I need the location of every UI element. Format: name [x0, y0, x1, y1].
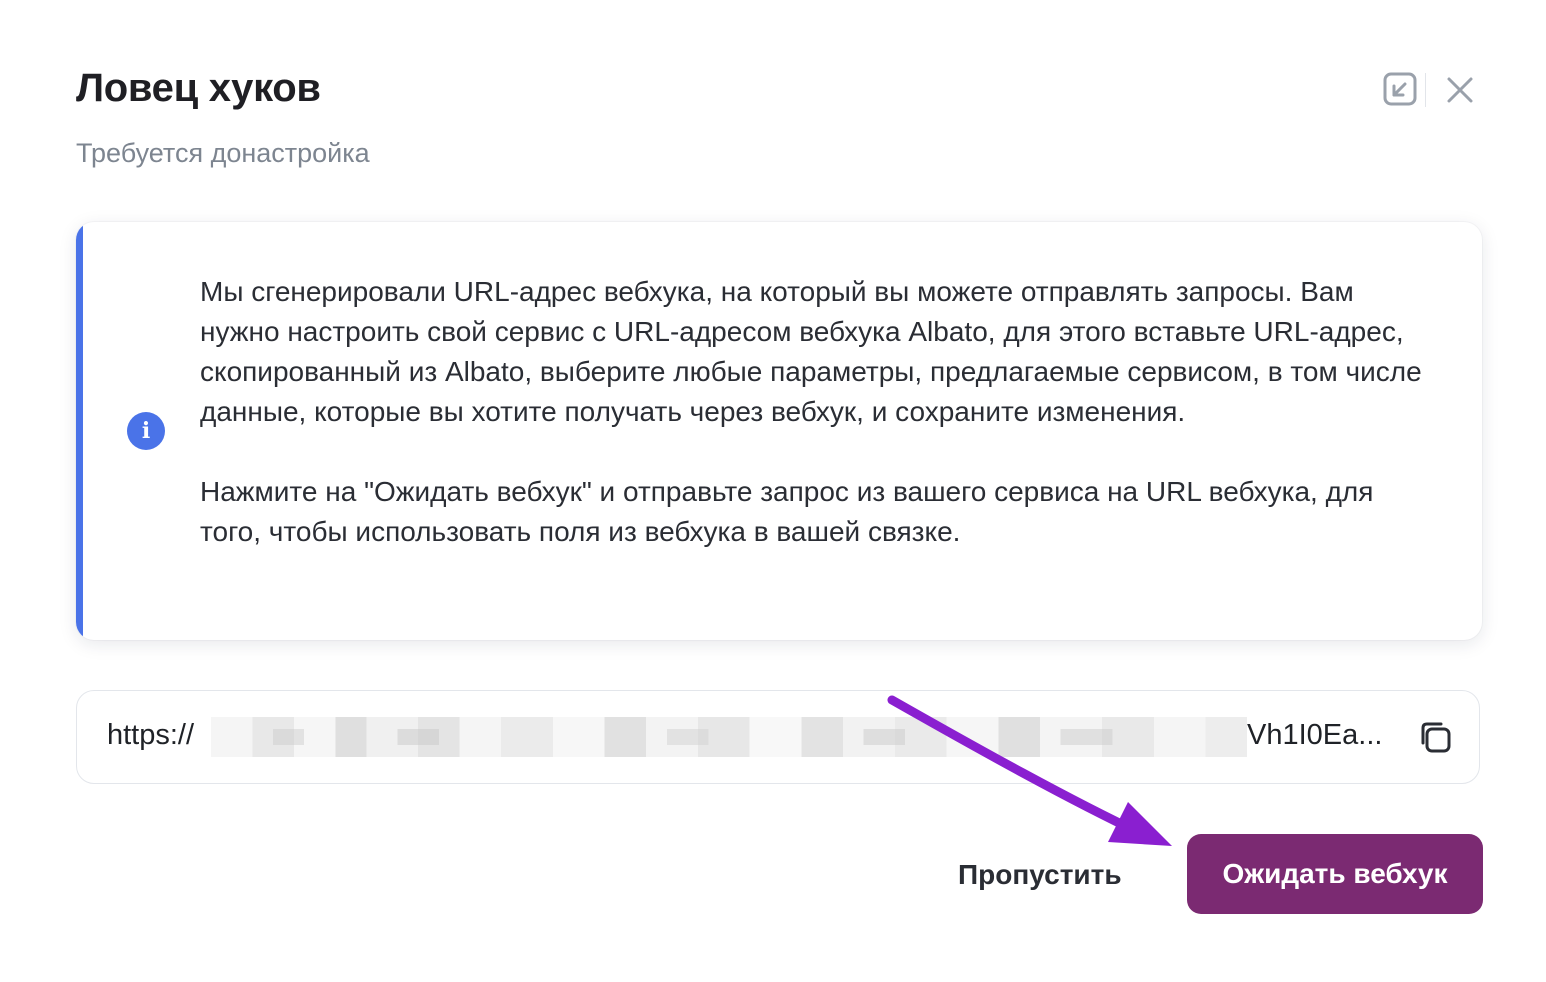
info-icon: i [127, 412, 165, 450]
collapse-icon [1383, 72, 1417, 106]
webhook-catcher-dialog: Ловец хуков Требуется донастройка i Мы с… [0, 0, 1546, 982]
info-callout: i Мы сгенерировали URL-адрес вебхука, на… [76, 222, 1482, 640]
header-divider [1425, 73, 1426, 107]
copy-url-button[interactable] [1417, 719, 1453, 755]
url-suffix: Vh1I0Ea... [1247, 719, 1383, 751]
info-text: Мы сгенерировали URL-адрес вебхука, на к… [200, 272, 1440, 552]
close-button[interactable] [1440, 70, 1480, 110]
url-prefix: https:// [107, 719, 195, 751]
webhook-url-field[interactable]: https:// Vh1I0Ea... [76, 690, 1480, 784]
close-icon [1447, 77, 1473, 103]
skip-button[interactable]: Пропустить [942, 838, 1138, 912]
dialog-subtitle: Требуется донастройка [76, 138, 370, 168]
callout-accent-bar [76, 222, 83, 640]
dialog-title: Ловец хуков [76, 66, 321, 110]
copy-icon [1421, 722, 1451, 753]
wait-webhook-button[interactable]: Ожидать вебхук [1187, 834, 1483, 914]
info-paragraph-wait: Нажмите на "Ожидать вебхук" и отправьте … [200, 476, 1374, 547]
info-paragraph-setup: Мы сгенерировали URL-адрес вебхука, на к… [200, 276, 1422, 427]
url-redacted-segment [211, 717, 1247, 757]
header-actions [1381, 70, 1480, 110]
collapse-button[interactable] [1381, 70, 1421, 110]
